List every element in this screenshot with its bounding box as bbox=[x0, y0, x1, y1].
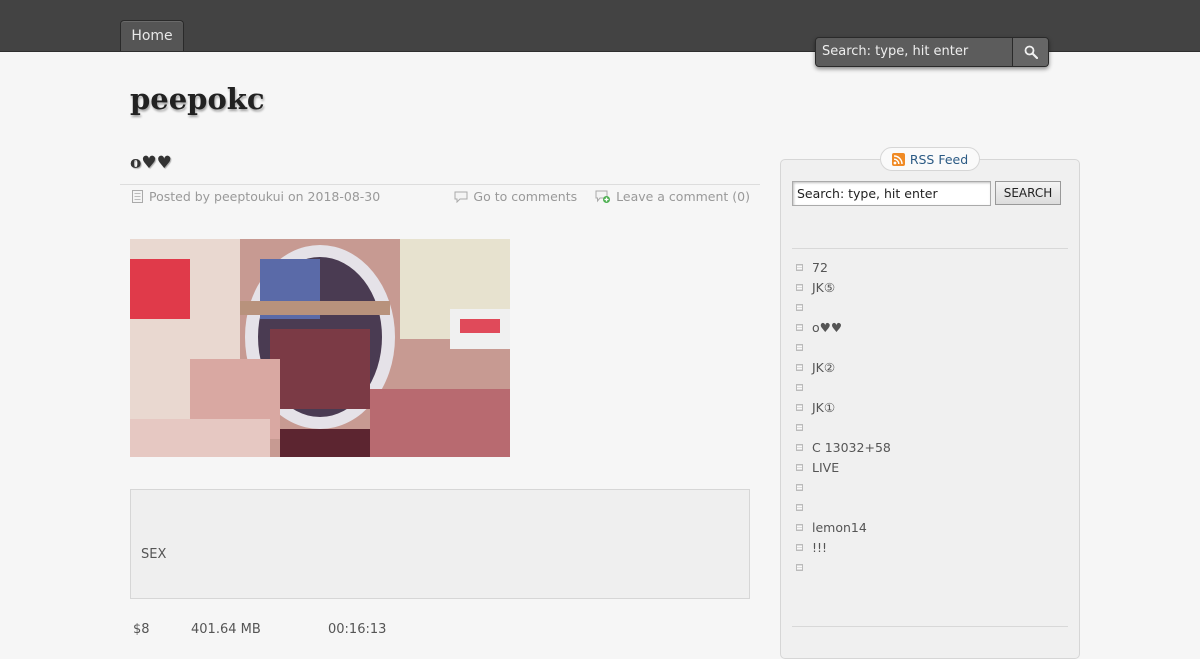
list-item[interactable] bbox=[796, 497, 1066, 517]
site-title[interactable]: peepokc bbox=[130, 82, 265, 116]
rss-feed-label: RSS Feed bbox=[909, 151, 969, 167]
list-item[interactable] bbox=[796, 477, 1066, 497]
comment-icon bbox=[454, 191, 468, 203]
list-item[interactable]: LIVE bbox=[796, 457, 1066, 477]
bullet-icon bbox=[796, 303, 803, 311]
list-item[interactable]: o♥♥ bbox=[796, 317, 1066, 337]
list-item[interactable]: C 13032+58 bbox=[796, 437, 1066, 457]
list-item[interactable] bbox=[796, 297, 1066, 317]
list-item[interactable] bbox=[796, 377, 1066, 397]
sidebar-search-input[interactable]: Search: type, hit enter bbox=[792, 181, 991, 206]
post-title[interactable]: o♥♥ bbox=[130, 153, 172, 173]
leave-comment-link[interactable]: Leave a comment (0) bbox=[616, 189, 750, 204]
post-meta: Posted by peeptoukui on 2018-08-30 Go to… bbox=[120, 184, 760, 207]
nav-home-tab[interactable]: Home bbox=[120, 20, 184, 51]
top-search-button[interactable] bbox=[1013, 38, 1048, 66]
bullet-icon bbox=[796, 463, 803, 471]
bullet-icon bbox=[796, 363, 803, 371]
bullet-icon bbox=[796, 403, 803, 411]
sidebar-divider bbox=[792, 248, 1068, 249]
bullet-icon bbox=[796, 383, 803, 391]
bullet-icon bbox=[796, 483, 803, 491]
go-to-comments-link[interactable]: Go to comments bbox=[473, 189, 577, 204]
top-search-input[interactable]: Search: type, hit enter bbox=[816, 38, 1013, 66]
bullet-icon bbox=[796, 263, 803, 271]
recent-posts-list: 72 JK⑤ o♥♥ JK② JK① C 13032+58 LIVE lemon… bbox=[796, 257, 1066, 577]
post-content-box: SEX bbox=[130, 489, 750, 599]
bullet-icon bbox=[796, 543, 803, 551]
top-search-form: Search: type, hit enter bbox=[815, 37, 1049, 67]
bullet-icon bbox=[796, 563, 803, 571]
post-author-date: Posted by peeptoukui on 2018-08-30 bbox=[149, 189, 381, 204]
add-comment-icon bbox=[595, 190, 611, 203]
bullet-icon bbox=[796, 423, 803, 431]
search-icon bbox=[1024, 45, 1038, 59]
list-item[interactable]: !!! bbox=[796, 537, 1066, 557]
bullet-icon bbox=[796, 343, 803, 351]
list-item[interactable]: JK① bbox=[796, 397, 1066, 417]
list-item[interactable]: JK② bbox=[796, 357, 1066, 377]
rss-feed-link[interactable]: RSS Feed bbox=[880, 147, 980, 171]
bullet-icon bbox=[796, 443, 803, 451]
bullet-icon bbox=[796, 503, 803, 511]
post-image bbox=[130, 239, 510, 457]
rss-icon bbox=[891, 152, 905, 166]
post-content-text: SEX bbox=[141, 547, 167, 562]
list-item[interactable] bbox=[796, 557, 1066, 577]
sidebar-search-button[interactable]: SEARCH bbox=[995, 181, 1061, 205]
bullet-icon bbox=[796, 283, 803, 291]
pixelated-photo bbox=[130, 239, 510, 457]
document-icon bbox=[132, 190, 143, 203]
post-stats: $8 401.64 MB 00:16:13 bbox=[133, 622, 533, 642]
sidebar-divider-bottom bbox=[792, 626, 1068, 627]
list-item[interactable] bbox=[796, 337, 1066, 357]
bullet-icon bbox=[796, 523, 803, 531]
bullet-icon bbox=[796, 323, 803, 331]
list-item[interactable] bbox=[796, 417, 1066, 437]
list-item[interactable]: JK⑤ bbox=[796, 277, 1066, 297]
list-item[interactable]: lemon14 bbox=[796, 517, 1066, 537]
list-item[interactable]: 72 bbox=[796, 257, 1066, 277]
